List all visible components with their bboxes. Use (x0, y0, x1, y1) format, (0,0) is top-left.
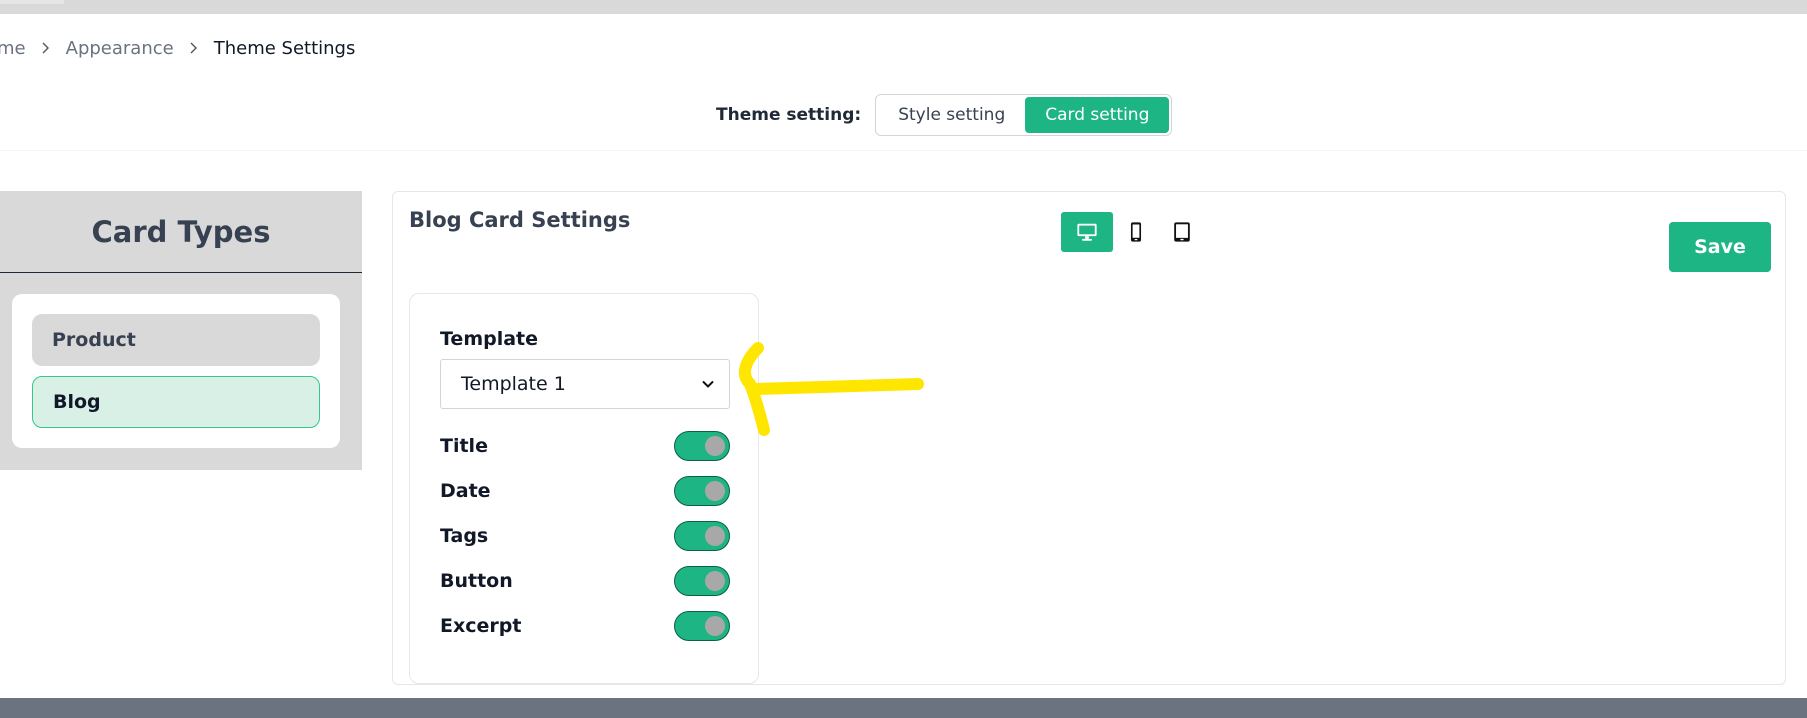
breadcrumb-theme-settings: Theme Settings (213, 37, 356, 59)
tablet-view-button[interactable] (1159, 212, 1205, 252)
card-types-panel: Card Types Product Blog (0, 191, 362, 470)
breadcrumb: ome Appearance Theme Settings (0, 33, 355, 63)
panel-title: Blog Card Settings (409, 208, 631, 232)
mobile-view-button[interactable] (1113, 212, 1159, 252)
browser-tab-stub (0, 0, 64, 4)
save-button[interactable]: Save (1669, 222, 1771, 272)
excerpt-toggle[interactable] (674, 611, 730, 641)
toggle-knob (705, 616, 725, 636)
toggle-label: Date (440, 480, 491, 502)
template-select[interactable]: Template 1 (440, 359, 730, 409)
chevron-down-icon (702, 380, 714, 388)
toggle-knob (705, 436, 725, 456)
toggle-knob (705, 481, 725, 501)
style-setting-tab[interactable]: Style setting (878, 97, 1025, 133)
card-types-list: Product Blog (12, 294, 340, 448)
blog-card-settings-form: Template Template 1 Title Date Tags Butt… (409, 293, 759, 684)
theme-setting-label: Theme setting: (716, 105, 862, 125)
footer-bar (0, 698, 1807, 718)
device-switch (1061, 212, 1205, 252)
toggle-label: Excerpt (440, 615, 522, 637)
tags-toggle[interactable] (674, 521, 730, 551)
date-toggle[interactable] (674, 476, 730, 506)
chevron-right-icon (26, 42, 66, 54)
toggle-row-title: Title (440, 429, 730, 463)
card-types-title: Card Types (0, 191, 362, 273)
toggle-knob (705, 571, 725, 591)
desktop-icon (1077, 223, 1097, 241)
template-select-value: Template 1 (461, 373, 566, 395)
chevron-right-icon (174, 42, 214, 54)
card-type-product[interactable]: Product (32, 314, 320, 366)
breadcrumb-appearance[interactable]: Appearance (66, 38, 174, 59)
toggle-row-date: Date (440, 474, 730, 508)
divider (0, 150, 1807, 151)
card-type-blog[interactable]: Blog (32, 376, 320, 428)
toggle-row-tags: Tags (440, 519, 730, 553)
theme-setting-row: Theme setting: Style setting Card settin… (716, 94, 1173, 136)
toggle-label: Title (440, 435, 488, 457)
title-toggle[interactable] (674, 431, 730, 461)
tablet-icon (1174, 222, 1190, 242)
toggle-row-button: Button (440, 564, 730, 598)
toggle-knob (705, 526, 725, 546)
template-label: Template (440, 328, 539, 350)
card-setting-tab[interactable]: Card setting (1025, 97, 1170, 133)
mobile-icon (1130, 222, 1142, 242)
toggle-label: Button (440, 570, 513, 592)
toggle-label: Tags (440, 525, 489, 547)
theme-setting-switch: Style setting Card setting (875, 94, 1173, 136)
desktop-view-button[interactable] (1061, 212, 1113, 252)
button-toggle[interactable] (674, 566, 730, 596)
breadcrumb-home[interactable]: ome (0, 38, 26, 59)
toggle-row-excerpt: Excerpt (440, 609, 730, 643)
browser-top-bar (0, 0, 1807, 14)
blog-card-settings-panel: Blog Card Settings Save Template Templat… (392, 191, 1786, 685)
yellow-arrow-annotation (738, 342, 924, 436)
